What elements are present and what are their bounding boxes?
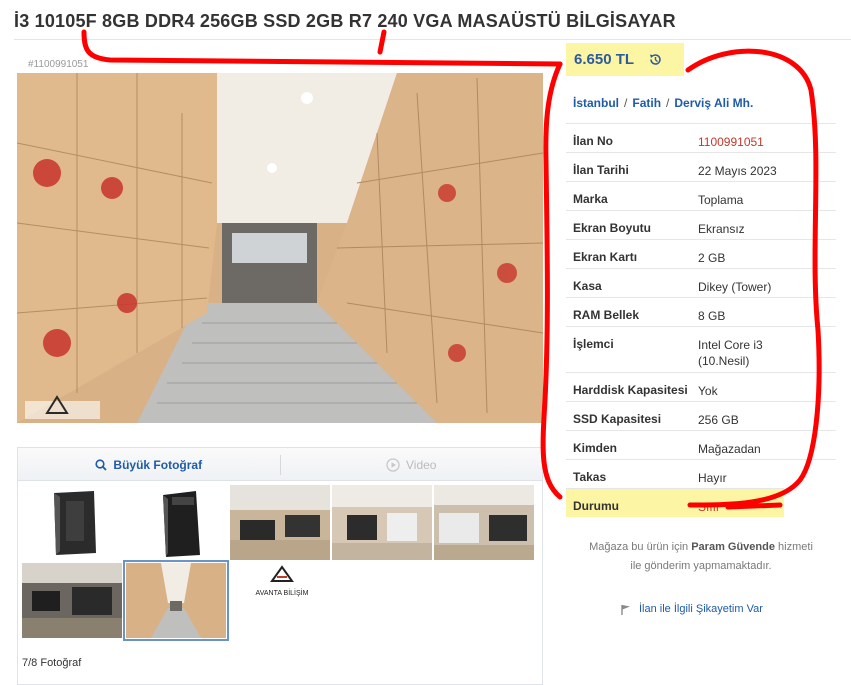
classified-id: #1100991051 xyxy=(28,59,89,70)
details-table: İlan No 1100991051 İlan Tarihi 22 Mayıs 20… xyxy=(566,123,836,517)
video-button[interactable]: Video xyxy=(281,458,543,472)
price-value: 6.650 TL xyxy=(574,51,635,68)
detail-row-durumu: Durumu Sıfır xyxy=(566,488,784,517)
price-box: 6.650 TL xyxy=(566,43,684,76)
search-icon xyxy=(95,458,108,471)
detail-row-ilan-tarihi: İlan Tarihi 22 Mayıs 2023 xyxy=(566,152,836,181)
detail-row-marka: Marka Toplama xyxy=(566,181,836,210)
video-label: Video xyxy=(406,457,437,472)
detail-row-kimden: Kimden Mağazadan xyxy=(566,430,836,459)
thumbnail-6[interactable] xyxy=(22,563,122,638)
thumbnail-gallery: AVANTA BİLİŞİM 7/8 Fotoğraf xyxy=(17,480,543,685)
param-guvende-label: Param Güvende xyxy=(691,541,775,553)
photo-count: 7/8 Fotoğraf xyxy=(22,657,82,669)
detail-row-ssd: SSD Kapasitesi 256 GB xyxy=(566,401,836,430)
detail-row-islemci: İşlemci Intel Core i3 (10.Nesil) xyxy=(566,326,836,372)
big-photo-label: Büyük Fotoğraf xyxy=(113,457,203,472)
location-city[interactable]: İstanbul xyxy=(573,96,619,110)
location-breadcrumb: İstanbul / Fatih / Derviş Ali Mh. xyxy=(573,96,754,110)
location-district[interactable]: Fatih xyxy=(632,96,661,110)
main-photo[interactable] xyxy=(17,73,543,423)
play-icon xyxy=(386,457,400,472)
store-shipping-note: Mağaza bu ürün için Param Güvende hizmet… xyxy=(589,541,813,572)
price-history-icon[interactable] xyxy=(648,52,663,67)
thumbnail-5[interactable] xyxy=(434,485,534,560)
listing-title: İ3 10105F 8GB DDR4 256GB SSD 2GB R7 240 … xyxy=(14,11,676,31)
thumbnail-8[interactable]: AVANTA BİLİŞİM xyxy=(232,563,332,638)
detail-row-ilan-no: İlan No 1100991051 xyxy=(566,123,836,152)
detail-row-ekran-boyutu: Ekran Boyutu Ekransız xyxy=(566,210,836,239)
detail-row-kasa: Kasa Dikey (Tower) xyxy=(566,268,836,297)
complaint-link[interactable]: İlan ile İlgili Şikayetim Var xyxy=(621,603,763,615)
thumbnail-3[interactable] xyxy=(230,485,330,560)
thumb-logo-text: AVANTA BİLİŞİM xyxy=(256,588,309,597)
thumbnail-1[interactable] xyxy=(24,485,124,560)
big-photo-button[interactable]: Büyük Fotoğraf xyxy=(18,458,280,472)
detail-row-ekran-karti: Ekran Kartı 2 GB xyxy=(566,239,836,268)
flag-icon xyxy=(621,604,630,615)
thumbnail-7-selected[interactable] xyxy=(123,560,229,641)
thumbnail-2[interactable] xyxy=(128,485,228,560)
detail-row-harddisk: Harddisk Kapasitesi Yok xyxy=(566,372,836,401)
photo-actions-bar: Büyük Fotoğraf Video xyxy=(17,447,543,481)
title-divider xyxy=(14,39,851,40)
thumbnail-4[interactable] xyxy=(332,485,432,560)
location-neighborhood[interactable]: Derviş Ali Mh. xyxy=(674,96,753,110)
detail-row-ram-bellek: RAM Bellek 8 GB xyxy=(566,297,836,326)
detail-row-takas: Takas Hayır xyxy=(566,459,836,488)
